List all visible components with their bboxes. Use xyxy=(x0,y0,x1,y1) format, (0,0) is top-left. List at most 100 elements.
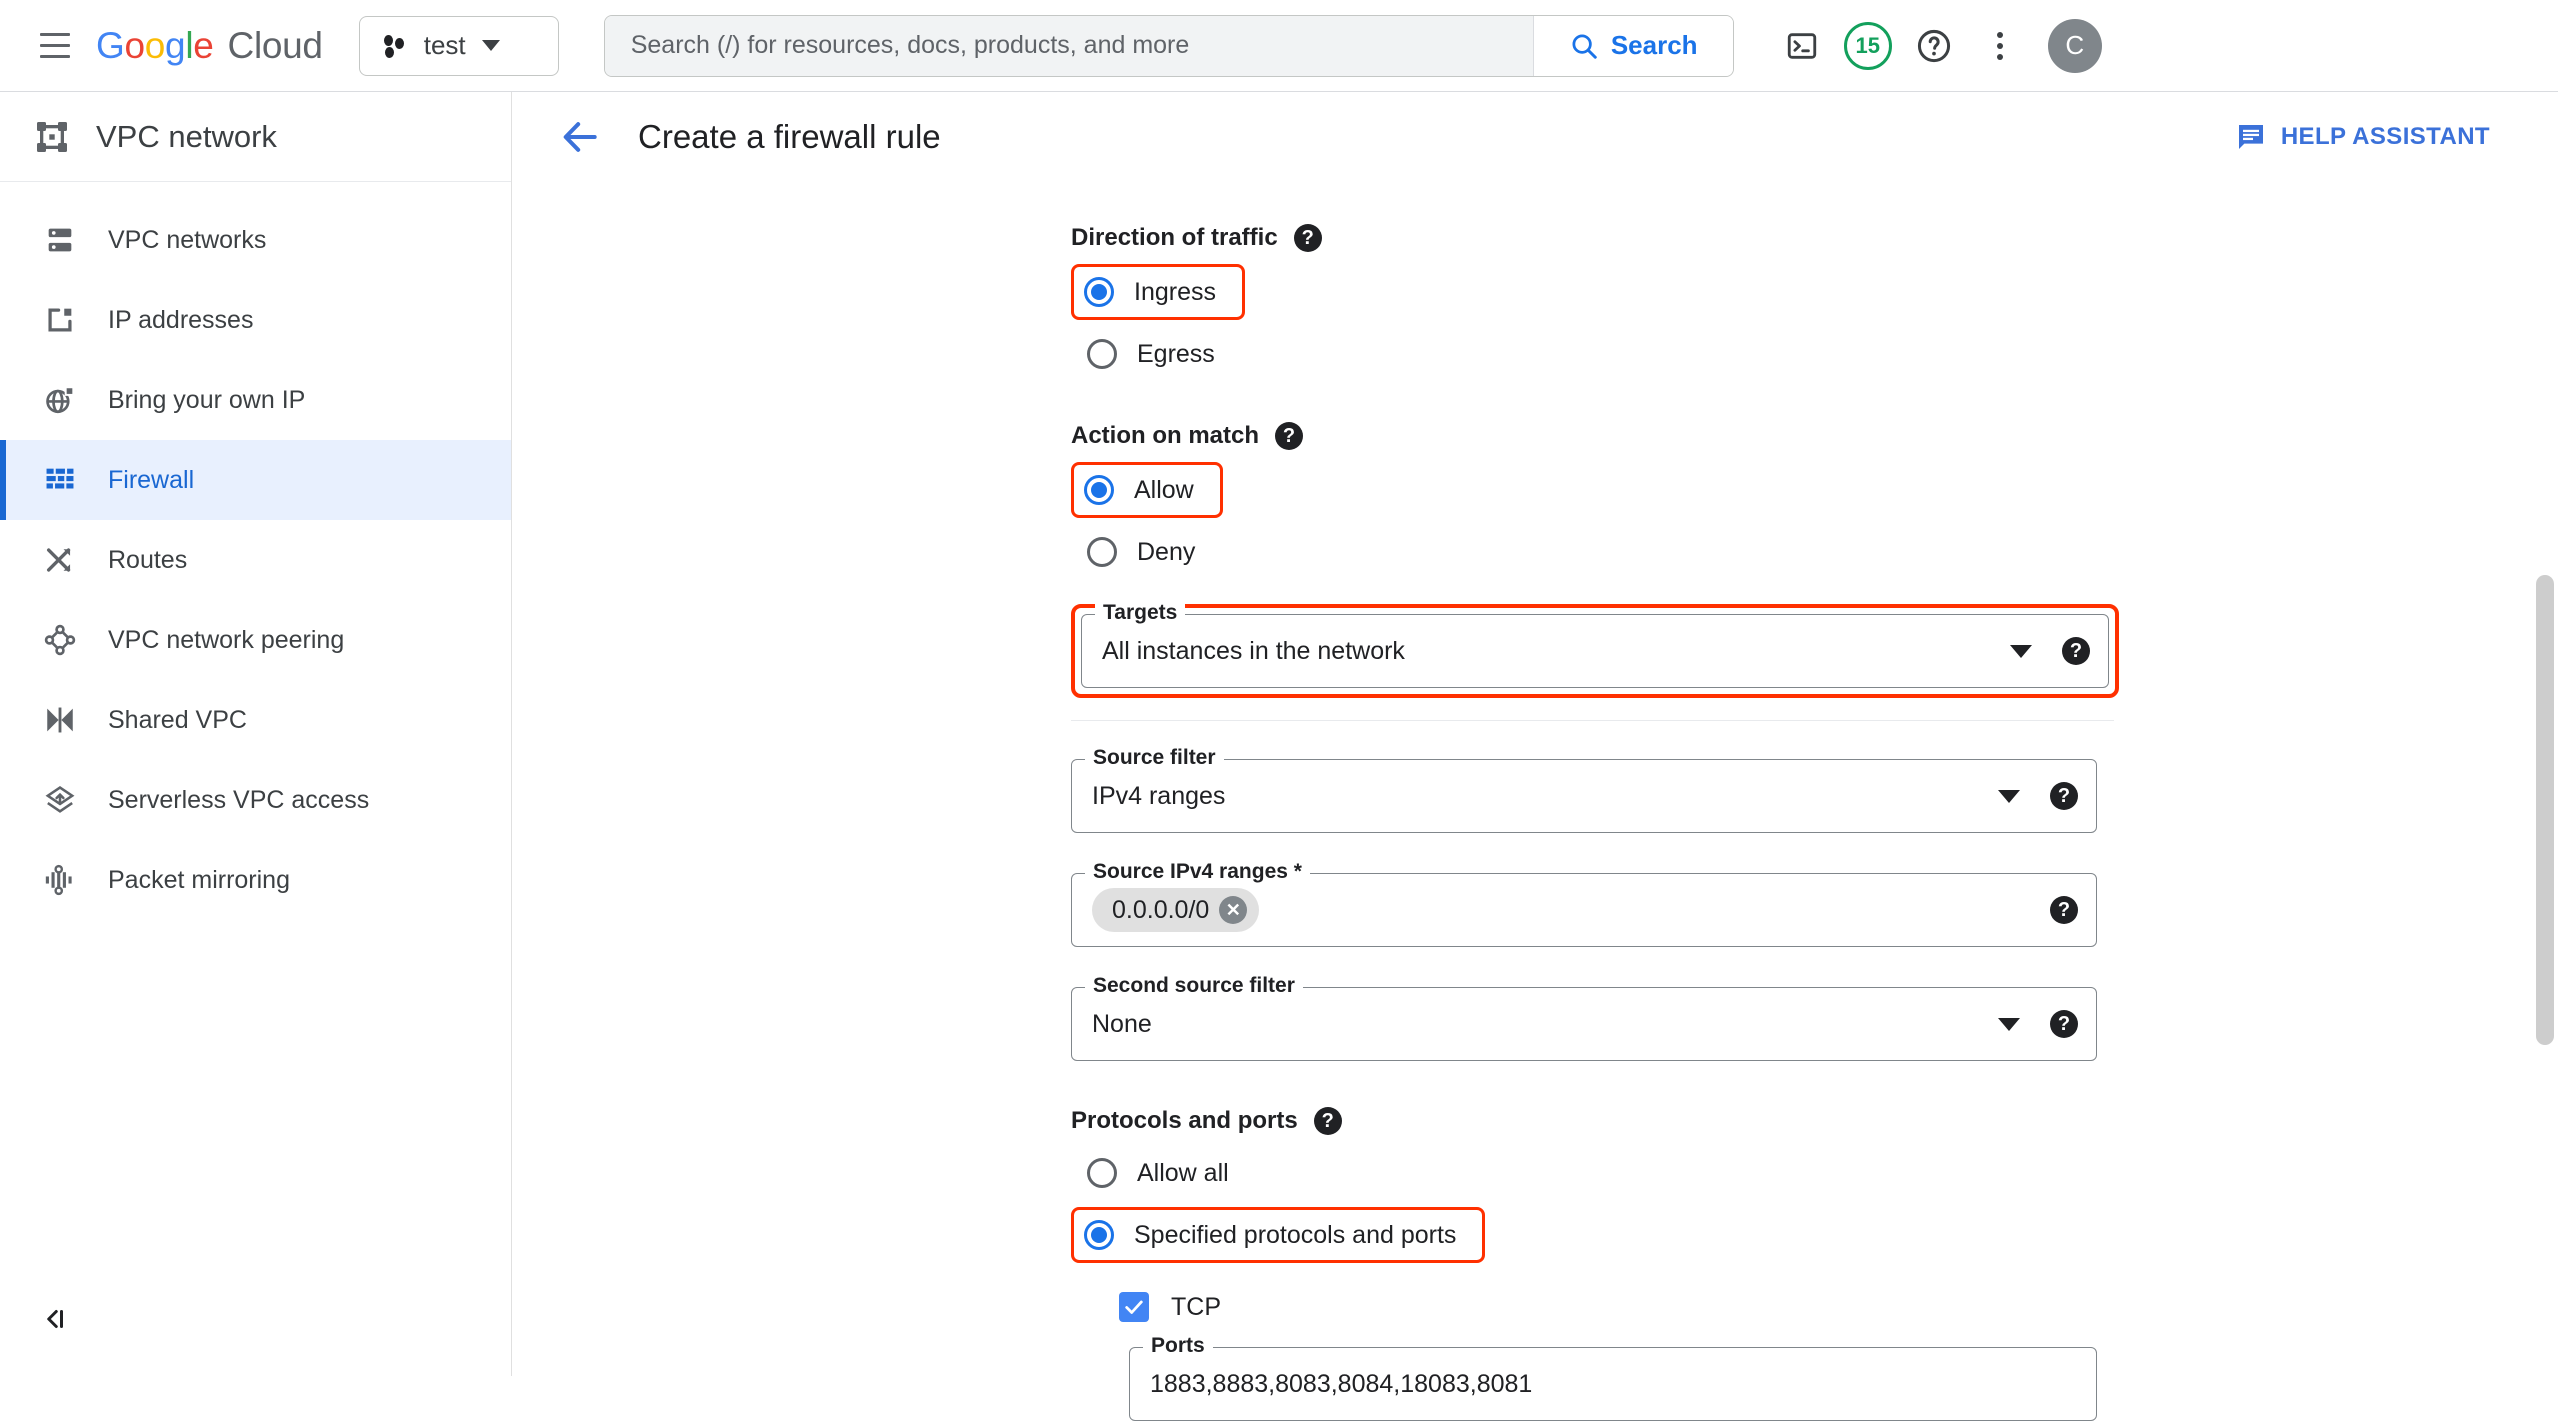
search-input[interactable] xyxy=(605,16,1533,76)
shared-vpc-icon xyxy=(42,702,78,738)
project-selector[interactable]: test xyxy=(359,16,559,76)
radio-allow-indicator xyxy=(1084,475,1114,505)
more-options-icon[interactable] xyxy=(1972,18,2028,74)
source-filter-legend: Source filter xyxy=(1085,746,1224,770)
source-ipv4-ranges-legend: Source IPv4 ranges * xyxy=(1085,860,1310,884)
source-filter-value: IPv4 ranges xyxy=(1092,782,1998,811)
sidebar-nav: VPC networks IP addresses Bring your xyxy=(0,182,511,920)
ip-range-chip[interactable]: 0.0.0.0/0 ✕ xyxy=(1092,888,1259,932)
source-ipv4-ranges-chips: 0.0.0.0/0 ✕ xyxy=(1092,888,2036,932)
top-bar: Google Cloud test Search 15 xyxy=(0,0,2558,92)
sidebar-item-label: Bring your own IP xyxy=(108,386,305,415)
direction-of-traffic-text: Direction of traffic xyxy=(1071,224,1278,252)
main-content: Create a firewall rule HELP ASSISTANT Di… xyxy=(513,92,2558,1376)
protocols-and-ports-text: Protocols and ports xyxy=(1071,1107,1298,1135)
project-dots-icon xyxy=(382,33,408,59)
chevron-down-icon xyxy=(482,40,500,51)
remove-chip-icon[interactable]: ✕ xyxy=(1219,896,1247,924)
search-icon xyxy=(1569,31,1599,61)
help-icon[interactable] xyxy=(1906,18,1962,74)
targets-highlight: Targets All instances in the network ? xyxy=(1071,604,2119,698)
targets-help-icon[interactable]: ? xyxy=(2062,637,2090,665)
protocols-and-ports-help-icon[interactable]: ? xyxy=(1314,1107,1342,1135)
sidebar-item-packet-mirroring[interactable]: Packet mirroring xyxy=(0,840,511,920)
sidebar-title: VPC network xyxy=(96,119,277,155)
source-filter-chevron-down-icon[interactable] xyxy=(1998,790,2020,803)
ip-range-chip-label: 0.0.0.0/0 xyxy=(1112,896,1209,925)
radio-allow-all-label: Allow all xyxy=(1137,1159,1229,1188)
action-on-match-label: Action on match ? xyxy=(1071,422,2131,450)
ports-field[interactable]: Ports 1883,8883,8083,8084,18083,8081 xyxy=(1129,1347,2097,1421)
sidebar-item-shared-vpc[interactable]: Shared VPC xyxy=(0,680,511,760)
vpc-network-icon xyxy=(34,119,70,155)
cloud-wordmark: Cloud xyxy=(228,25,323,67)
firewall-rule-form: Direction of traffic ? Ingress Egress Ac… xyxy=(513,182,2558,1376)
second-source-filter-chevron-down-icon[interactable] xyxy=(1998,1018,2020,1031)
sidebar: VPC network VPC networks IP addresses xyxy=(0,92,512,1376)
source-ipv4-ranges-field[interactable]: Source IPv4 ranges * 0.0.0.0/0 ✕ ? xyxy=(1071,873,2097,947)
page-scrollbar-thumb[interactable] xyxy=(2536,575,2554,1045)
ports-value: 1883,8883,8083,8084,18083,8081 xyxy=(1150,1370,2078,1399)
packet-mirroring-icon xyxy=(42,862,78,898)
notifications-badge[interactable]: 15 xyxy=(1840,18,1896,74)
radio-specified-protocols-and-ports[interactable]: Specified protocols and ports xyxy=(1071,1207,1485,1263)
radio-deny-label: Deny xyxy=(1137,538,1195,567)
direction-help-icon[interactable]: ? xyxy=(1294,224,1322,252)
second-source-filter-help-icon[interactable]: ? xyxy=(2050,1010,2078,1038)
source-filter-field[interactable]: Source filter IPv4 ranges ? xyxy=(1071,759,2097,833)
cloud-shell-icon[interactable] xyxy=(1774,18,1830,74)
targets-legend: Targets xyxy=(1095,601,1185,625)
source-filter-help-icon[interactable]: ? xyxy=(2050,782,2078,810)
second-source-filter-field[interactable]: Second source filter None ? xyxy=(1071,987,2097,1061)
ports-legend: Ports xyxy=(1143,1334,1213,1358)
firewall-icon xyxy=(42,462,78,498)
hamburger-icon[interactable] xyxy=(32,23,78,69)
section-divider xyxy=(1071,720,2114,721)
search-button[interactable]: Search xyxy=(1533,16,1733,76)
radio-allow[interactable]: Allow xyxy=(1071,462,1223,518)
radio-ingress-indicator xyxy=(1084,277,1114,307)
vpc-networks-icon xyxy=(42,222,78,258)
targets-value: All instances in the network xyxy=(1102,637,2010,666)
radio-deny[interactable]: Deny xyxy=(1071,524,1198,580)
avatar[interactable]: C xyxy=(2048,19,2102,73)
sidebar-item-serverless-vpc-access[interactable]: Serverless VPC access xyxy=(0,760,511,840)
sidebar-item-label: IP addresses xyxy=(108,306,253,335)
ip-addresses-icon xyxy=(42,302,78,338)
sidebar-item-firewall[interactable]: Firewall xyxy=(0,440,511,520)
check-icon xyxy=(1123,1296,1145,1318)
collapse-sidebar-icon[interactable] xyxy=(40,1304,70,1334)
radio-ingress[interactable]: Ingress xyxy=(1071,264,1245,320)
targets-chevron-down-icon[interactable] xyxy=(2010,645,2032,658)
tcp-label: TCP xyxy=(1171,1293,1221,1322)
radio-allow-all-indicator xyxy=(1087,1158,1117,1188)
radio-egress-label: Egress xyxy=(1137,340,1215,369)
routes-icon xyxy=(42,542,78,578)
top-bar-actions: 15 xyxy=(1774,18,2028,74)
page-scrollbar-track[interactable] xyxy=(2532,92,2558,1376)
radio-egress[interactable]: Egress xyxy=(1071,326,1218,382)
help-assistant-label: HELP ASSISTANT xyxy=(2281,123,2490,151)
search-bar[interactable]: Search xyxy=(604,15,1734,77)
source-ipv4-ranges-help-icon[interactable]: ? xyxy=(2050,896,2078,924)
search-button-label: Search xyxy=(1611,30,1698,61)
back-arrow-icon[interactable] xyxy=(558,115,602,159)
sidebar-item-ip-addresses[interactable]: IP addresses xyxy=(0,280,511,360)
targets-field[interactable]: Targets All instances in the network ? xyxy=(1081,614,2109,688)
tcp-checkbox[interactable] xyxy=(1119,1292,1149,1322)
tcp-checkbox-row[interactable]: TCP xyxy=(1119,1283,2131,1331)
action-on-match-help-icon[interactable]: ? xyxy=(1275,422,1303,450)
sidebar-item-label: VPC network peering xyxy=(108,626,344,655)
sidebar-item-vpc-networks[interactable]: VPC networks xyxy=(0,200,511,280)
sidebar-item-vpc-network-peering[interactable]: VPC network peering xyxy=(0,600,511,680)
sidebar-item-label: Routes xyxy=(108,546,187,575)
help-assistant-button[interactable]: HELP ASSISTANT xyxy=(2235,121,2518,153)
sidebar-item-routes[interactable]: Routes xyxy=(0,520,511,600)
notifications-count: 15 xyxy=(1844,22,1892,70)
sidebar-item-bring-your-own-ip[interactable]: Bring your own IP xyxy=(0,360,511,440)
google-cloud-logo[interactable]: Google Cloud xyxy=(96,25,323,67)
radio-specified-label: Specified protocols and ports xyxy=(1134,1221,1456,1250)
radio-allow-all[interactable]: Allow all xyxy=(1071,1145,1232,1201)
serverless-vpc-access-icon xyxy=(42,782,78,818)
page-header: Create a firewall rule HELP ASSISTANT xyxy=(513,92,2558,182)
